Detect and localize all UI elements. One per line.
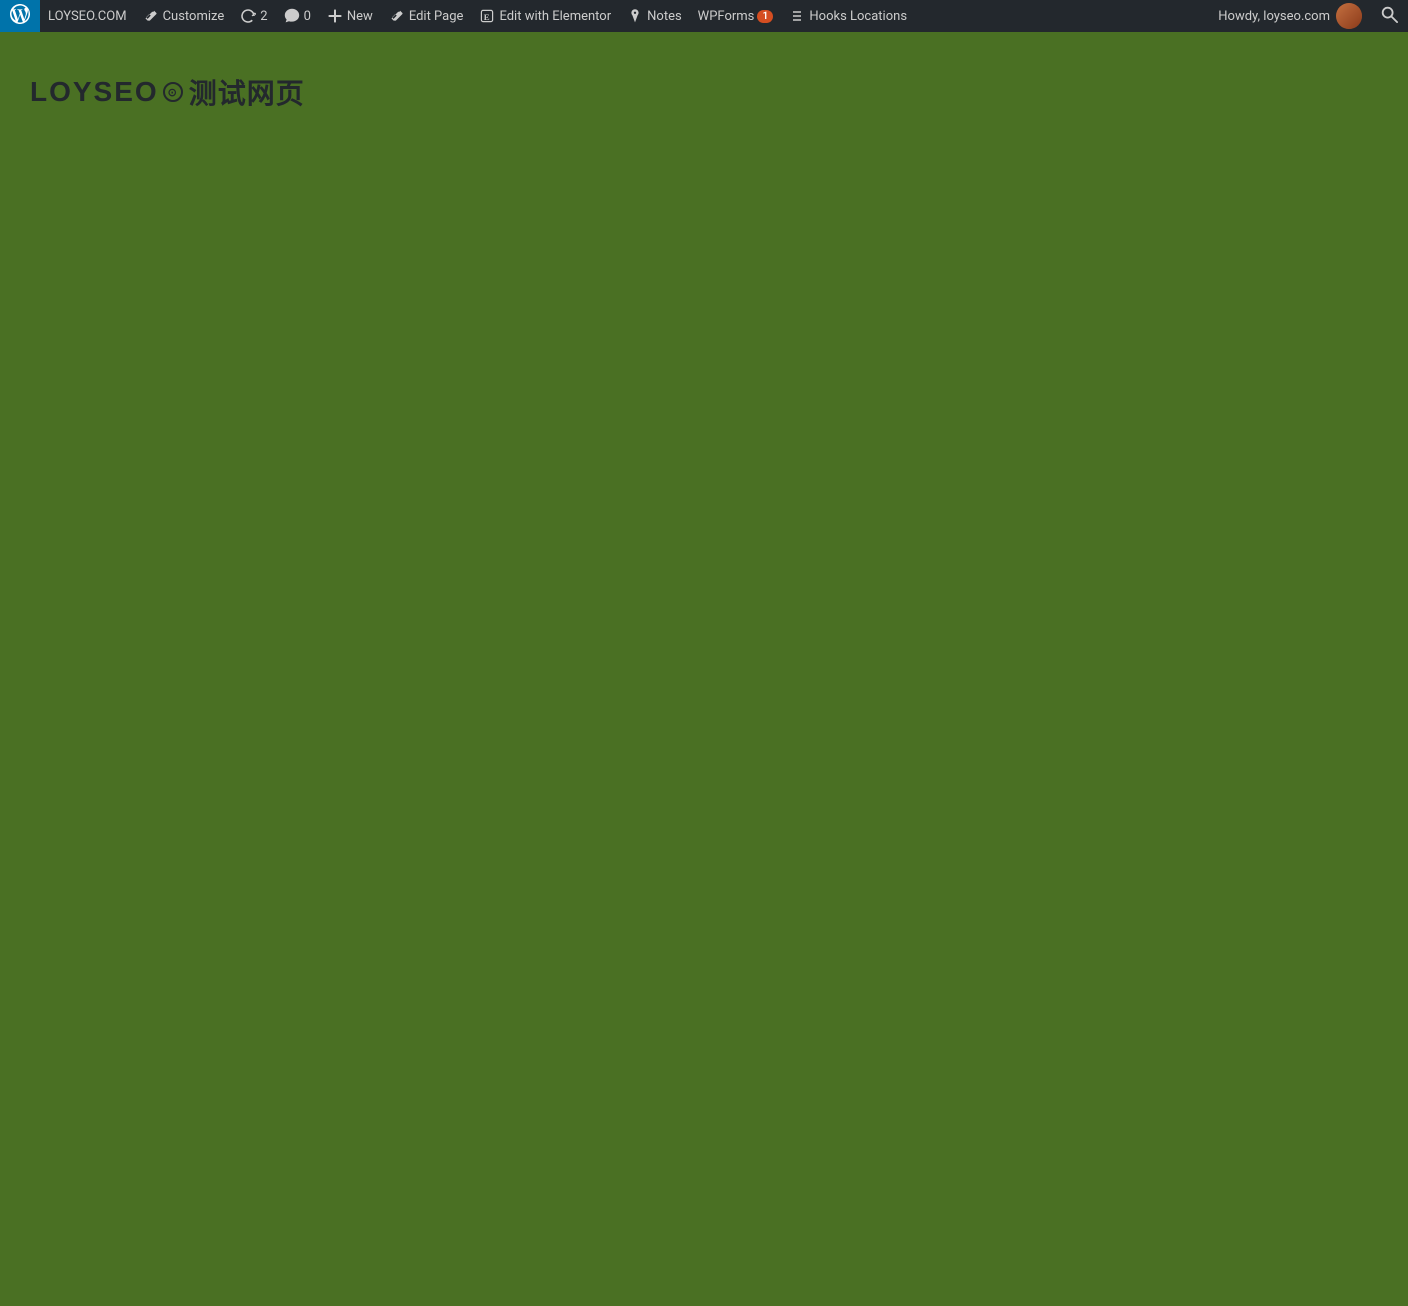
site-name-item[interactable]: LOYSEO.COM: [40, 0, 135, 32]
avatar-image: [1336, 3, 1362, 29]
wpforms-label: WPForms: [698, 9, 755, 24]
comment-icon: [284, 8, 300, 24]
site-title-latin: LOYSEO: [30, 76, 159, 108]
elementor-item[interactable]: E Edit with Elementor: [471, 0, 619, 32]
svg-text:E: E: [484, 12, 490, 22]
adminbar-left: LOYSEO.COM Customize 2: [0, 0, 1210, 32]
avatar: [1336, 3, 1362, 29]
wpforms-item[interactable]: WPForms 1: [690, 0, 782, 32]
customize-item[interactable]: Customize: [135, 0, 233, 32]
edit-icon: [389, 8, 405, 24]
notes-label: Notes: [647, 9, 682, 24]
comments-item[interactable]: 0: [276, 0, 319, 32]
elementor-icon: E: [479, 8, 495, 24]
edit-page-label: Edit Page: [409, 9, 464, 24]
edit-page-item[interactable]: Edit Page: [381, 0, 472, 32]
adminbar-right: Howdy, loyseo.com: [1210, 0, 1408, 32]
plus-icon: [327, 8, 343, 24]
hooks-label: Hooks Locations: [809, 9, 907, 24]
site-name-label: LOYSEO.COM: [48, 9, 127, 24]
howdy-area[interactable]: Howdy, loyseo.com: [1210, 0, 1370, 32]
hooks-icon: [789, 8, 805, 24]
notes-icon: [627, 8, 643, 24]
wp-logo-item[interactable]: [0, 0, 40, 32]
notes-item[interactable]: Notes: [619, 0, 690, 32]
main-content: LOYSEO ⊙ 测试网页: [0, 32, 1408, 1274]
customize-label: Customize: [163, 9, 225, 24]
pencil-icon: [143, 8, 159, 24]
updates-item[interactable]: 2: [232, 0, 275, 32]
title-icon: ⊙: [163, 82, 183, 102]
hooks-item[interactable]: Hooks Locations: [781, 0, 915, 32]
new-item[interactable]: New: [319, 0, 381, 32]
howdy-text: Howdy, loyseo.com: [1218, 9, 1330, 24]
comments-count: 0: [304, 9, 311, 24]
new-label: New: [347, 9, 373, 24]
elementor-label: Edit with Elementor: [499, 9, 611, 24]
search-icon: [1380, 5, 1398, 27]
update-icon: [240, 8, 256, 24]
site-title: LOYSEO ⊙ 测试网页: [30, 72, 1378, 112]
search-icon-item[interactable]: [1370, 0, 1408, 32]
updates-count: 2: [260, 9, 267, 24]
site-title-chinese: 测试网页: [189, 72, 305, 112]
admin-bar: LOYSEO.COM Customize 2: [0, 0, 1408, 32]
wp-logo-icon: [10, 4, 30, 28]
wpforms-count-badge: 1: [757, 10, 773, 23]
